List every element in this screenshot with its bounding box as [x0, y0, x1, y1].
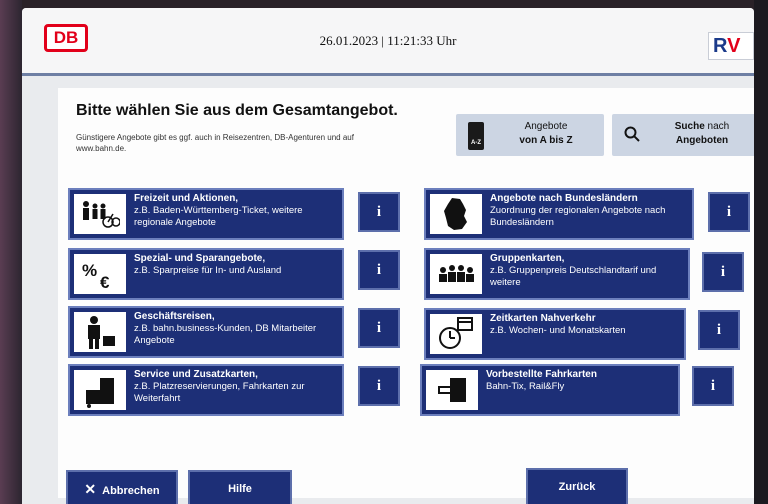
cancel-button-label: Abbrechen	[102, 485, 160, 497]
back-button[interactable]: Zurück	[526, 468, 628, 504]
offers-a-to-z-line1: Angebote	[524, 121, 568, 132]
ticket-machine-screen: DB 26.01.2023 | 11:21:33 Uhr RV Bitte wä…	[22, 8, 754, 504]
info-button-freizeit[interactable]: i	[358, 192, 400, 232]
group-icon	[430, 254, 482, 294]
search-icon	[624, 126, 640, 142]
page-subtitle: Günstigere Angebote gibt es ggf. auch in…	[76, 133, 354, 153]
business-person-icon	[74, 312, 126, 352]
offers-a-to-z-button[interactable]: A-Z Angebote von A bis Z	[456, 114, 604, 156]
search-offers-bold: Suche	[674, 121, 705, 132]
offers-a-to-z-line2: von A bis Z	[519, 135, 573, 146]
regional-logo: RV	[708, 32, 754, 60]
tile-title: Vorbestellte Fahrkarten	[486, 369, 597, 380]
offer-panel: Bitte wählen Sie aus dem Gesamtangebot. …	[58, 88, 754, 504]
tile-description: z.B. Baden-Württemberg-Ticket, weitere r…	[134, 205, 303, 228]
tile-angebote-bundeslaender[interactable]: Angebote nach Bundesländern Zuordnung de…	[424, 188, 694, 240]
info-button-service[interactable]: i	[358, 366, 400, 406]
top-bar: DB 26.01.2023 | 11:21:33 Uhr RV	[22, 8, 754, 76]
tile-description: z.B. Platzreservierungen, Fahrkarten zur…	[134, 381, 305, 404]
tile-geschaeftsreisen[interactable]: Geschäftsreisen, z.B. bahn.business-Kund…	[68, 306, 344, 358]
tile-title: Gruppenkarten,	[490, 253, 565, 264]
germany-map-icon	[430, 194, 482, 234]
kiosk-bezel-right	[754, 0, 768, 504]
search-offers-button[interactable]: Suche nach Angeboten	[612, 114, 754, 156]
tile-gruppenkarten[interactable]: Gruppenkarten, z.B. Gruppenpreis Deutsch…	[424, 248, 690, 300]
tile-title: Angebote nach Bundesländern	[490, 193, 638, 204]
search-offers-rest: nach	[704, 121, 730, 132]
search-offers-label: Suche nach Angeboten	[652, 120, 752, 148]
tile-title: Service und Zusatzkarten,	[134, 369, 258, 380]
tile-description: Zuordnung der regionalen Angebote nach B…	[490, 205, 666, 228]
tile-freizeit-aktionen[interactable]: Freizeit und Aktionen, z.B. Baden-Württe…	[68, 188, 344, 240]
kiosk-bezel-left	[0, 0, 22, 504]
tile-service-zusatzkarten[interactable]: Service und Zusatzkarten, z.B. Platzrese…	[68, 364, 344, 416]
tile-title: Freizeit und Aktionen,	[134, 193, 239, 204]
tile-title: Zeitkarten Nahverkehr	[490, 313, 596, 324]
tile-description: Bahn-Tix, Rail&Fly	[486, 381, 565, 392]
phone-az-icon: A-Z	[468, 122, 484, 150]
page-title: Bitte wählen Sie aus dem Gesamtangebot.	[76, 102, 398, 119]
cancel-button[interactable]: ✕ Abbrechen	[66, 470, 178, 504]
svg-text:%: %	[82, 261, 97, 280]
tile-description: z.B. bahn.business-Kunden, DB Mitarbeite…	[134, 323, 317, 346]
info-button-zeitkarten[interactable]: i	[698, 310, 740, 350]
offers-a-to-z-label: Angebote von A bis Z	[496, 120, 596, 148]
close-icon: ✕	[84, 481, 97, 497]
info-button-spezial[interactable]: i	[358, 250, 400, 290]
clock-calendar-icon	[430, 314, 482, 354]
tile-spezial-sparangebote[interactable]: % € Spezial- und Sparangebote, z.B. Spar…	[68, 248, 344, 300]
ticket-printer-icon	[426, 370, 478, 410]
regional-logo-r: R	[713, 35, 728, 57]
info-button-gruppenkarten[interactable]: i	[702, 252, 744, 292]
datetime-display: 26.01.2023 | 11:21:33 Uhr	[319, 33, 457, 48]
info-button-geschaeftsreisen[interactable]: i	[358, 308, 400, 348]
tile-title: Spezial- und Sparangebote,	[134, 253, 266, 264]
tile-description: z.B. Wochen- und Monatskarten	[490, 325, 626, 336]
info-button-vorbestellt[interactable]: i	[692, 366, 734, 406]
family-bike-icon	[74, 194, 126, 234]
tile-zeitkarten-nahverkehr[interactable]: Zeitkarten Nahverkehr z.B. Wochen- und M…	[424, 308, 686, 360]
tile-vorbestellte-fahrkarten[interactable]: Vorbestellte Fahrkarten Bahn-Tix, Rail&F…	[420, 364, 680, 416]
percent-euro-icon: % €	[74, 254, 126, 294]
svg-text:€: €	[100, 273, 110, 292]
tile-title: Geschäftsreisen,	[134, 311, 215, 322]
luggage-icon	[74, 370, 126, 410]
info-button-bundeslaender[interactable]: i	[708, 192, 750, 232]
search-offers-line2: Angeboten	[675, 135, 729, 146]
tile-description: z.B. Sparpreise für In- und Ausland	[134, 265, 282, 276]
tile-description: z.B. Gruppenpreis Deutschlandtarif und w…	[490, 265, 657, 288]
regional-logo-v: V	[727, 35, 741, 57]
help-button[interactable]: Hilfe	[188, 470, 292, 504]
